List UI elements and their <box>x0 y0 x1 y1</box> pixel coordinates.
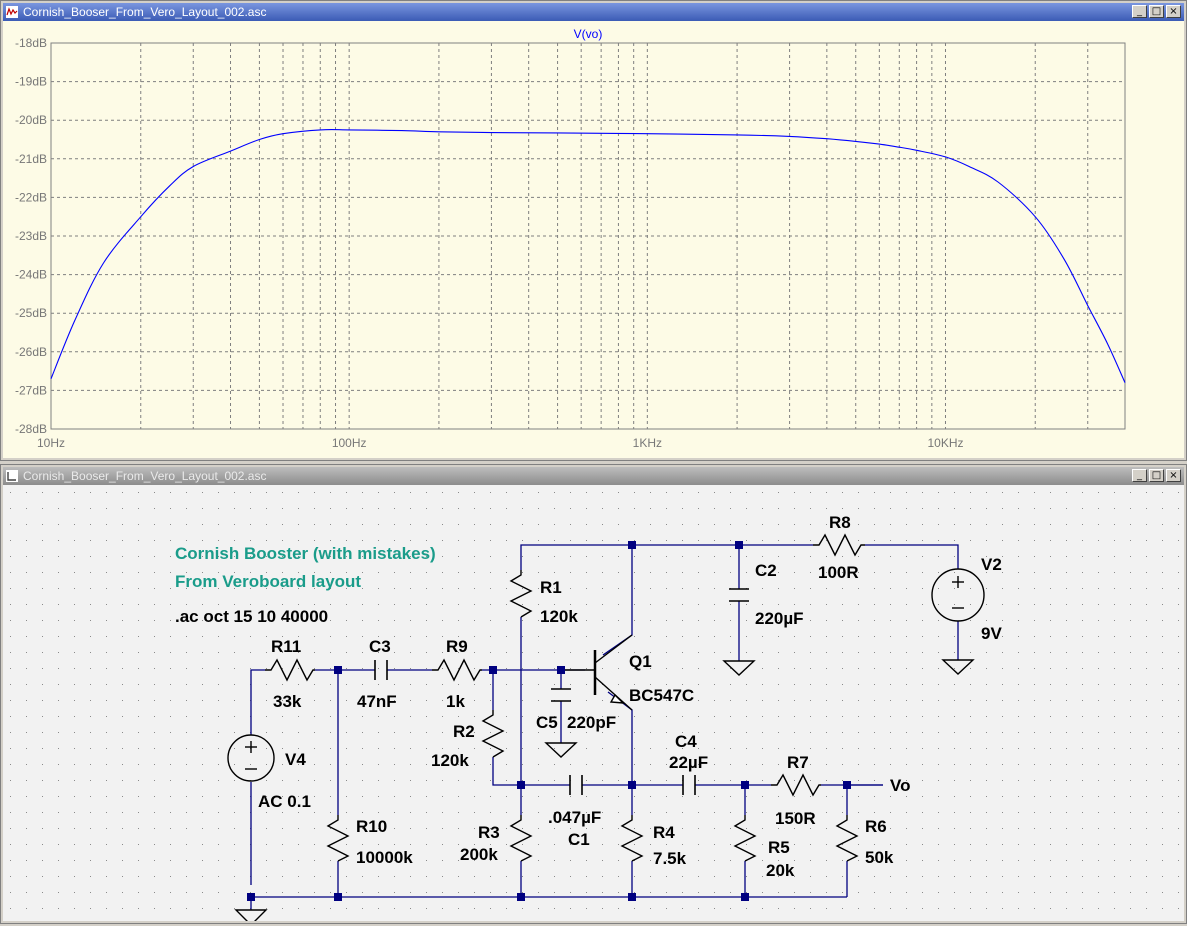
x-tick-label: 1KHz <box>633 436 662 450</box>
schematic-window: Cornish_Booser_From_Vero_Layout_002.asc … <box>0 464 1187 924</box>
close-button[interactable]: × <box>1166 469 1181 482</box>
schematic-canvas[interactable]: Cornish Booster (with mistakes) From Ver… <box>3 485 1184 921</box>
r11-value[interactable]: 33k <box>273 692 302 711</box>
schematic-window-title: Cornish_Booser_From_Vero_Layout_002.asc <box>23 469 267 483</box>
y-tick-label: -20dB <box>15 113 47 127</box>
plot-window-titlebar[interactable]: Cornish_Booser_From_Vero_Layout_002.asc … <box>3 3 1184 21</box>
c5-name[interactable]: C5 <box>536 713 558 732</box>
r8-value[interactable]: 100R <box>818 563 859 582</box>
y-tick-label: -28dB <box>15 422 47 436</box>
y-tick-label: -24dB <box>15 268 47 282</box>
plot-background <box>3 21 1184 458</box>
minimize-button[interactable]: _ <box>1132 5 1147 18</box>
v2-name[interactable]: V2 <box>981 555 1002 574</box>
r9-name[interactable]: R9 <box>446 637 468 656</box>
frequency-response-plot[interactable]: -18dB -19dB -20dB -21dB -22dB -23dB -24dB -25dB… <box>3 21 1184 458</box>
r1-name[interactable]: R1 <box>540 578 562 597</box>
plot-area[interactable]: -18dB -19dB -20dB -21dB -22dB -23dB -24dB -25dB… <box>3 21 1184 458</box>
r1-value[interactable]: 120k <box>540 607 578 626</box>
note-line-1[interactable]: Cornish Booster (with mistakes) <box>175 544 436 563</box>
r3-value[interactable]: 200k <box>460 845 498 864</box>
y-tick-label: -27dB <box>15 383 47 397</box>
y-tick-label: -19dB <box>15 75 47 89</box>
y-tick-label: -18dB <box>15 36 47 50</box>
r8-name[interactable]: R8 <box>829 513 851 532</box>
c3-name[interactable]: C3 <box>369 637 391 656</box>
minimize-button[interactable]: _ <box>1132 469 1147 482</box>
r7-value[interactable]: 150R <box>775 809 816 828</box>
v2-value[interactable]: 9V <box>981 624 1002 643</box>
r7-name[interactable]: R7 <box>787 753 809 772</box>
r10-name[interactable]: R10 <box>356 817 387 836</box>
c1-value[interactable]: .047µF <box>548 808 601 827</box>
plot-window-title: Cornish_Booser_From_Vero_Layout_002.asc <box>23 5 267 19</box>
maximize-button[interactable]: □ <box>1149 5 1164 18</box>
r6-value[interactable]: 50k <box>865 848 894 867</box>
r6-name[interactable]: R6 <box>865 817 887 836</box>
x-tick-label: 100Hz <box>332 436 367 450</box>
r5-name[interactable]: R5 <box>768 838 790 857</box>
v4-value[interactable]: AC 0.1 <box>258 792 311 811</box>
r3-name[interactable]: R3 <box>478 823 500 842</box>
y-tick-label: -25dB <box>15 306 47 320</box>
c2-value[interactable]: 220µF <box>755 609 804 628</box>
maximize-button[interactable]: □ <box>1149 469 1164 482</box>
y-tick-label: -23dB <box>15 229 47 243</box>
r9-value[interactable]: 1k <box>446 692 465 711</box>
r2-value[interactable]: 120k <box>431 751 469 770</box>
r11-name[interactable]: R11 <box>271 637 301 656</box>
y-tick-label: -22dB <box>15 190 47 204</box>
waveform-icon <box>6 6 18 18</box>
c5-value[interactable]: 220pF <box>567 713 616 732</box>
x-tick-label: 10Hz <box>37 436 65 450</box>
c4-value[interactable]: 22µF <box>669 753 708 772</box>
schematic-icon <box>6 470 18 482</box>
q1-name[interactable]: Q1 <box>629 652 652 671</box>
spice-directive[interactable]: .ac oct 15 10 40000 <box>175 607 328 626</box>
v4-name[interactable]: V4 <box>285 750 306 769</box>
c3-value[interactable]: 47nF <box>357 692 397 711</box>
y-tick-label: -26dB <box>15 345 47 359</box>
r4-value[interactable]: 7.5k <box>653 849 687 868</box>
r4-name[interactable]: R4 <box>653 823 675 842</box>
schematic-window-titlebar[interactable]: Cornish_Booser_From_Vero_Layout_002.asc … <box>3 467 1184 485</box>
q1-model[interactable]: BC547C <box>629 686 694 705</box>
r10-value[interactable]: 10000k <box>356 848 413 867</box>
schematic-drawing[interactable]: Cornish Booster (with mistakes) From Ver… <box>3 485 1184 921</box>
y-tick-label: -21dB <box>15 152 47 166</box>
c1-name[interactable]: C1 <box>568 830 590 849</box>
note-line-2[interactable]: From Veroboard layout <box>175 572 361 591</box>
plot-window: Cornish_Booser_From_Vero_Layout_002.asc … <box>0 0 1187 461</box>
x-tick-label: 10KHz <box>927 436 963 450</box>
net-label-vo[interactable]: Vo <box>890 776 910 795</box>
close-button[interactable]: × <box>1166 5 1181 18</box>
c2-name[interactable]: C2 <box>755 561 777 580</box>
trace-label[interactable]: V(vo) <box>574 27 603 41</box>
r2-name[interactable]: R2 <box>453 722 475 741</box>
c4-name[interactable]: C4 <box>675 732 697 751</box>
r5-value[interactable]: 20k <box>766 861 795 880</box>
